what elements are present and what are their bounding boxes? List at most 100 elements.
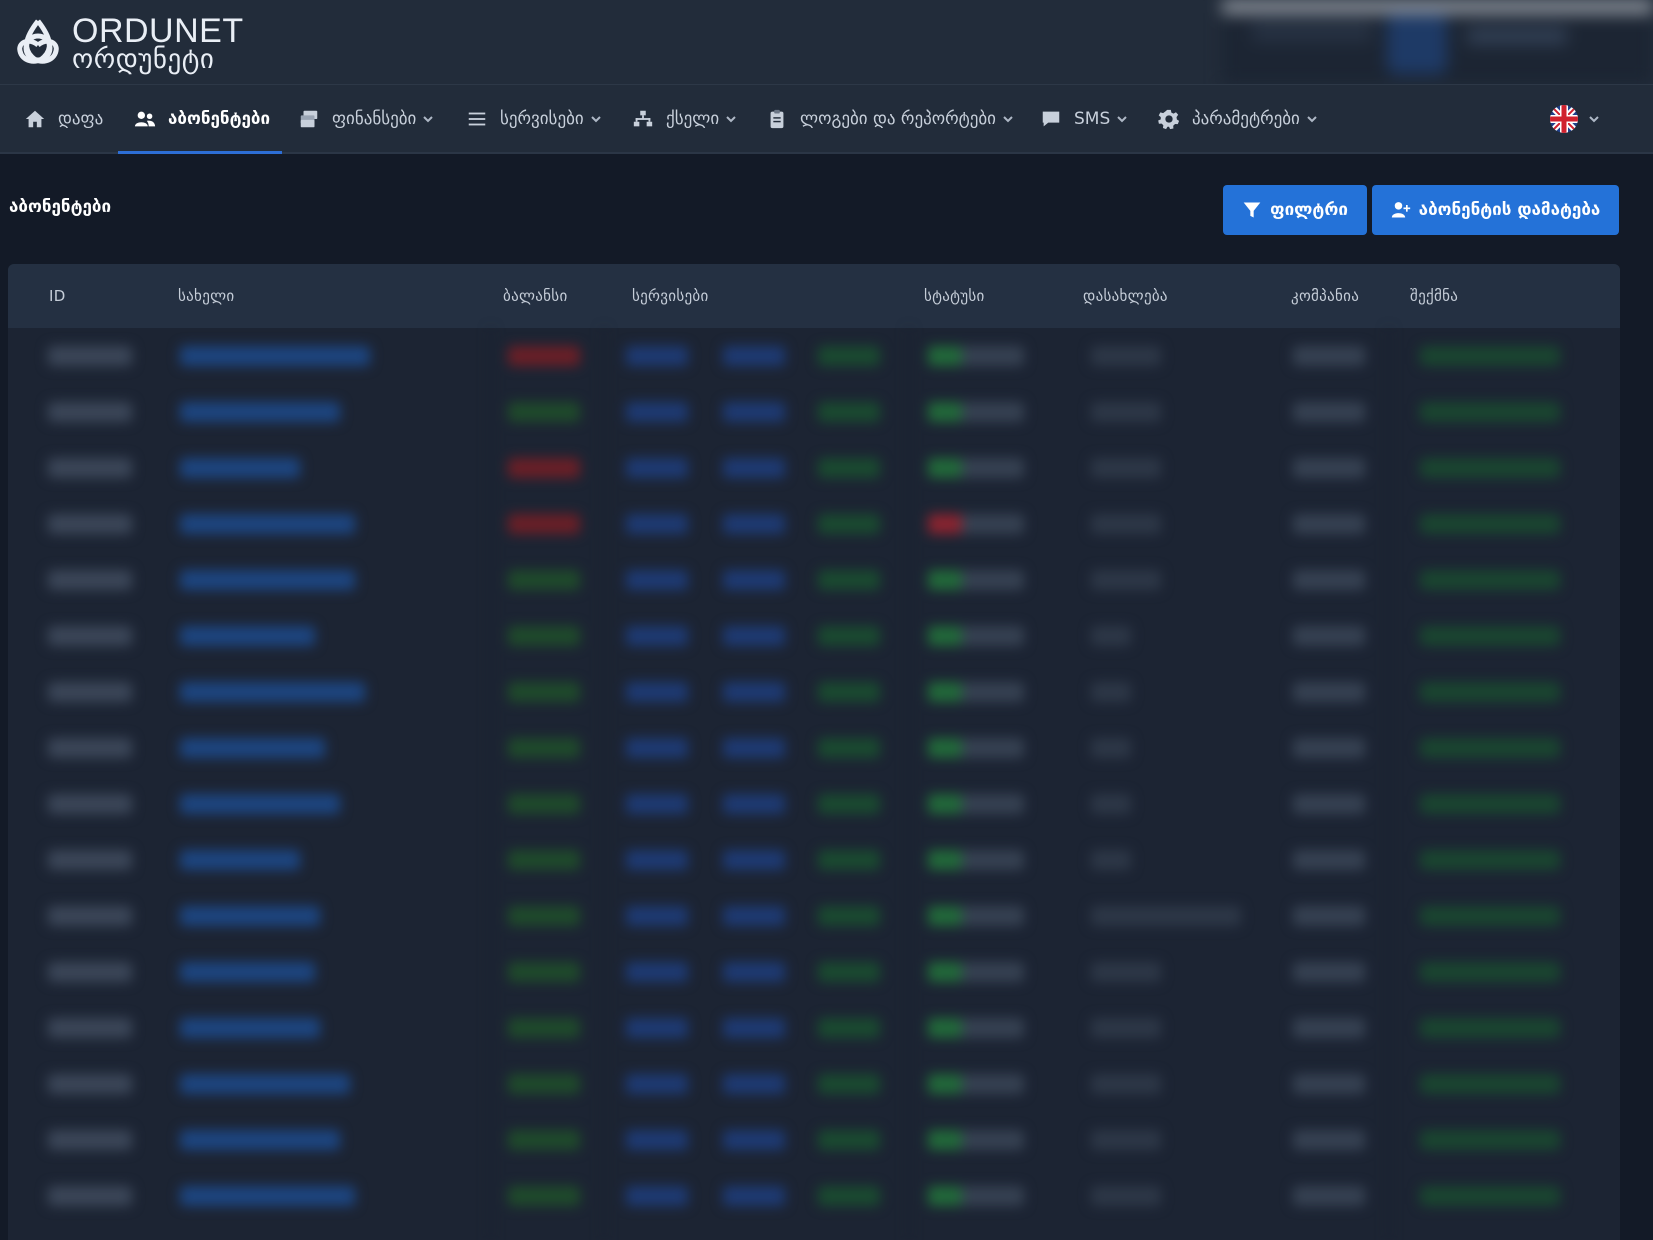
table-cell-placeholder	[508, 682, 580, 702]
table-cell-placeholder	[626, 738, 688, 758]
table-cell-placeholder	[180, 682, 365, 702]
nav-item-label: დაფა	[58, 109, 104, 129]
column-header-status[interactable]: სტატუსი	[924, 264, 985, 328]
table-cell-placeholder	[818, 794, 880, 814]
table-cell-placeholder	[1091, 962, 1161, 982]
table-cell-placeholder	[723, 850, 785, 870]
table-cell-placeholder	[723, 1130, 785, 1150]
column-header-company[interactable]: კომპანია	[1291, 264, 1359, 328]
table-cell-placeholder	[508, 346, 580, 366]
table-cell-placeholder	[1293, 1074, 1365, 1094]
table-row[interactable]	[8, 496, 1620, 552]
table-cell-placeholder	[723, 346, 785, 366]
table-row[interactable]	[8, 1056, 1620, 1112]
table-cell-placeholder	[1420, 1018, 1560, 1038]
table-cell-placeholder	[1420, 738, 1560, 758]
table-cell-placeholder	[1091, 458, 1161, 478]
table-cell-placeholder	[626, 570, 688, 590]
table-cell-placeholder	[48, 402, 132, 422]
table-cell-placeholder	[818, 962, 880, 982]
filter-button[interactable]: ფილტრი	[1223, 185, 1367, 235]
subscribers-table: ID სახელი ბალანსი სერვისები სტატუსი დასა…	[8, 264, 1620, 1240]
table-cell-placeholder	[626, 850, 688, 870]
nav-item-label: ქსელი	[666, 109, 720, 129]
table-cell-placeholder	[1091, 626, 1131, 646]
table-cell-placeholder	[723, 458, 785, 478]
list-icon	[468, 112, 486, 126]
filter-button-label: ფილტრი	[1270, 200, 1348, 220]
nav-item-network[interactable]: ქსელი	[632, 85, 737, 153]
table-cell-placeholder	[928, 1018, 1024, 1038]
table-cell-placeholder	[928, 682, 1024, 702]
logo-text: ORDUNET ორდუნეტი	[72, 14, 244, 73]
table-cell-placeholder	[928, 514, 1024, 534]
column-header-id[interactable]: ID	[49, 264, 66, 328]
nav-item-services[interactable]: სერვისები	[466, 85, 602, 153]
table-cell-placeholder	[180, 1018, 320, 1038]
table-row[interactable]	[8, 832, 1620, 888]
nav-item-sms[interactable]: SMS	[1040, 85, 1128, 153]
table-cell-placeholder	[723, 1186, 785, 1206]
table-row[interactable]	[8, 440, 1620, 496]
table-row[interactable]	[8, 384, 1620, 440]
table-cell-placeholder	[48, 906, 132, 926]
table-cell-placeholder	[48, 514, 132, 534]
table-cell-placeholder	[508, 906, 580, 926]
table-row[interactable]	[8, 1000, 1620, 1056]
table-cell-placeholder	[818, 1186, 880, 1206]
page-title: აბონენტები	[9, 197, 112, 217]
table-row[interactable]	[8, 1168, 1620, 1224]
nav-item-label: პარამეტრები	[1192, 109, 1300, 129]
table-row[interactable]	[8, 552, 1620, 608]
table-cell-placeholder	[928, 850, 1024, 870]
table-cell-placeholder	[1091, 906, 1241, 926]
table-row[interactable]	[8, 328, 1620, 384]
table-cell-placeholder	[48, 346, 132, 366]
table-cell-placeholder	[723, 626, 785, 646]
column-header-name[interactable]: სახელი	[178, 264, 234, 328]
table-row[interactable]	[8, 1112, 1620, 1168]
table-cell-placeholder	[818, 346, 880, 366]
nav-item-dashboard[interactable]: დაფა	[24, 85, 103, 153]
main-navbar: დაფა აბონენტები ფინანსები სერვისები ქსელ…	[0, 84, 1653, 154]
table-row[interactable]	[8, 608, 1620, 664]
column-header-services[interactable]: სერვისები	[632, 264, 709, 328]
table-cell-placeholder	[928, 570, 1024, 590]
table-row[interactable]	[8, 776, 1620, 832]
column-header-settlement[interactable]: დასახლება	[1083, 264, 1168, 328]
table-cell-placeholder	[508, 1130, 580, 1150]
table-cell-placeholder	[508, 962, 580, 982]
user-plus-icon	[1391, 202, 1410, 218]
nav-item-subscribers[interactable]: აბონენტები	[134, 85, 270, 153]
table-cell-placeholder	[723, 1074, 785, 1094]
add-subscriber-button[interactable]: აბონენტის დამატება	[1372, 185, 1619, 235]
nav-item-finances[interactable]: ფინანსები	[298, 85, 434, 153]
table-cell-placeholder	[180, 458, 300, 478]
column-header-balance[interactable]: ბალანსი	[503, 264, 568, 328]
logo-line-latin: ORDUNET	[72, 11, 244, 50]
logo[interactable]: ORDUNET ორდუნეტი	[10, 14, 244, 72]
table-header: ID სახელი ბალანსი სერვისები სტატუსი დასა…	[8, 264, 1620, 328]
table-cell-placeholder	[180, 1074, 350, 1094]
table-cell-placeholder	[1420, 458, 1560, 478]
table-cell-placeholder	[928, 738, 1024, 758]
language-selector[interactable]	[1550, 105, 1600, 133]
table-row[interactable]	[8, 664, 1620, 720]
table-row[interactable]	[8, 944, 1620, 1000]
table-cell-placeholder	[723, 1018, 785, 1038]
triquetra-logo-icon	[17, 19, 59, 64]
column-header-created[interactable]: შექმნა	[1410, 264, 1458, 328]
add-subscriber-button-label: აბონენტის დამატება	[1418, 200, 1601, 220]
table-row[interactable]	[8, 720, 1620, 776]
table-row[interactable]	[8, 888, 1620, 944]
nav-item-label: SMS	[1074, 109, 1111, 129]
table-cell-placeholder	[723, 570, 785, 590]
nav-item-settings[interactable]: პარამეტრები	[1158, 85, 1318, 153]
nav-item-label: აბონენტები	[168, 109, 271, 129]
table-cell-placeholder	[1091, 682, 1131, 702]
table-cell-placeholder	[180, 514, 355, 534]
users-icon	[134, 111, 156, 127]
table-cell-placeholder	[180, 738, 325, 758]
nav-item-logs-reports[interactable]: ლოგები და რეპორტები	[766, 85, 1014, 153]
table-cell-placeholder	[48, 1018, 132, 1038]
